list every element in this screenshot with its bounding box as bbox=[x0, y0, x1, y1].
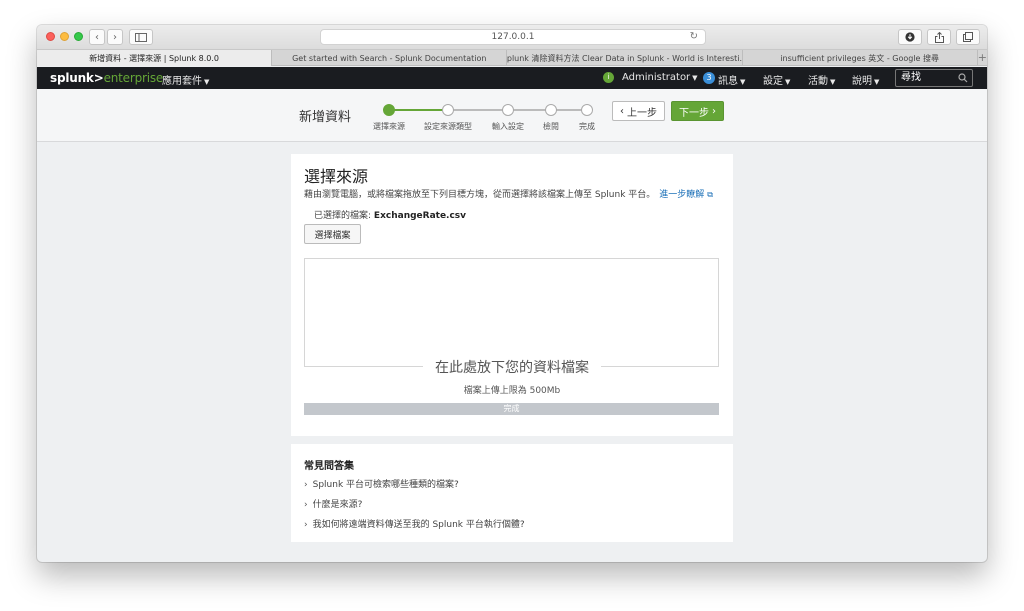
downloads-button[interactable] bbox=[898, 29, 922, 45]
upload-limit-text: 檔案上傳上限為 500Mb bbox=[463, 386, 561, 396]
faq-item-text: Splunk 平台可檢索哪些種類的檔案? bbox=[312, 480, 459, 490]
faq-title: 常見問答集 bbox=[304, 461, 354, 472]
step-5-dot bbox=[581, 104, 593, 116]
apps-menu[interactable]: 應用套件 ▼ bbox=[162, 72, 209, 87]
address-bar[interactable]: 127.0.0.1 ↻ bbox=[320, 29, 706, 45]
help-menu-label: 說明 bbox=[852, 76, 872, 87]
add-data-wizard: 新增資料 選擇來源 設定來源類型 輸入設定 檢閱 完成 ‹ 上一步 下一步 › bbox=[37, 89, 987, 142]
zoom-window-button[interactable] bbox=[74, 32, 83, 41]
caret-down-icon: ▼ bbox=[830, 78, 836, 86]
user-menu[interactable]: Administrator ▼ bbox=[622, 72, 698, 83]
settings-menu[interactable]: 設定 ▼ bbox=[763, 72, 790, 87]
step-3-dot bbox=[502, 104, 514, 116]
tab-overview-button[interactable] bbox=[956, 29, 980, 45]
caret-down-icon: ▼ bbox=[740, 78, 746, 86]
selected-file-name: ExchangeRate.csv bbox=[373, 211, 467, 221]
step-3-label: 輸入設定 bbox=[492, 122, 524, 131]
drop-zone-title: 在此處放下您的資料檔案 bbox=[291, 357, 733, 377]
file-drop-zone[interactable] bbox=[304, 258, 719, 367]
next-step-label: 下一步 bbox=[679, 107, 709, 119]
activity-menu[interactable]: 活動 ▼ bbox=[808, 72, 835, 87]
chevron-right-icon: › bbox=[712, 105, 716, 117]
source-description-text: 藉由瀏覽電腦，或將檔案拖放至下列目標方塊，從而選擇將該檔案上傳至 Splunk … bbox=[304, 190, 656, 200]
step-5-label: 完成 bbox=[579, 122, 595, 131]
caret-down-icon: ▼ bbox=[692, 74, 698, 82]
step-2-label: 設定來源類型 bbox=[424, 122, 472, 131]
browser-tab-1[interactable]: 新增資料 - 選擇來源 | Splunk 8.0.0 bbox=[37, 50, 273, 66]
chevron-right-icon: › bbox=[304, 480, 308, 490]
faq-panel: 常見問答集 › Splunk 平台可檢索哪些種類的檔案? › 什麼是來源? › 我如何… bbox=[291, 444, 733, 542]
apps-menu-label: 應用套件 bbox=[162, 76, 202, 87]
help-menu[interactable]: 說明 ▼ bbox=[852, 72, 879, 87]
chevron-left-icon: ‹ bbox=[620, 105, 624, 117]
messages-menu[interactable]: 訊息 ▼ bbox=[718, 72, 745, 87]
search-icon bbox=[958, 73, 968, 83]
messages-count-badge: 3 bbox=[703, 72, 715, 84]
info-icon: i bbox=[603, 72, 614, 83]
upload-progress-bar: 完成 bbox=[304, 403, 719, 415]
chevron-left-icon: ‹ bbox=[95, 31, 99, 43]
logo-brand: splunk> bbox=[50, 71, 104, 85]
minimize-window-button[interactable] bbox=[60, 32, 69, 41]
learn-more-link[interactable]: 進一步瞭解 bbox=[659, 190, 704, 200]
browser-tab-3[interactable]: Splunk 清除資料方法 Clear Data in Splunk - Wor… bbox=[507, 50, 743, 66]
browser-toolbar: ‹ › 127.0.0.1 ↻ bbox=[37, 25, 987, 50]
step-1-label: 選擇來源 bbox=[373, 122, 405, 131]
tabs-icon bbox=[963, 32, 973, 42]
external-link-icon: ⧉ bbox=[707, 190, 714, 199]
search-input[interactable]: 尋找 bbox=[895, 69, 973, 87]
splunk-logo[interactable]: splunk>enterprise bbox=[50, 71, 163, 85]
chevron-right-icon: › bbox=[113, 31, 117, 43]
caret-down-icon: ▼ bbox=[204, 78, 210, 86]
source-title: 選擇來源 bbox=[304, 167, 369, 186]
upload-progress-label: 完成 bbox=[503, 404, 520, 413]
chevron-right-icon: › bbox=[304, 500, 308, 510]
step-track-progress bbox=[389, 109, 448, 111]
choose-file-button[interactable]: 選擇檔案 bbox=[304, 224, 361, 244]
browser-window: ‹ › 127.0.0.1 ↻ 新增資料 - 選擇來源 | Splunk 8.0… bbox=[37, 25, 987, 562]
source-description: 藉由瀏覽電腦，或將檔案拖放至下列目標方塊，從而選擇將該檔案上傳至 Splunk … bbox=[304, 187, 713, 200]
faq-item[interactable]: › Splunk 平台可檢索哪些種類的檔案? bbox=[304, 477, 459, 490]
caret-down-icon: ▼ bbox=[785, 78, 791, 86]
select-source-panel: 選擇來源 藉由瀏覽電腦，或將檔案拖放至下列目標方塊，從而選擇將該檔案上傳至 Sp… bbox=[291, 154, 733, 436]
drop-zone-title-text: 在此處放下您的資料檔案 bbox=[423, 360, 601, 376]
search-placeholder: 尋找 bbox=[901, 72, 921, 83]
step-4-dot bbox=[545, 104, 557, 116]
step-4-label: 檢閱 bbox=[543, 122, 559, 131]
back-button[interactable]: ‹ bbox=[89, 29, 105, 45]
wizard-title: 新增資料 bbox=[299, 110, 352, 125]
step-2-dot bbox=[442, 104, 454, 116]
download-icon bbox=[905, 32, 915, 42]
next-step-button[interactable]: 下一步 › bbox=[671, 101, 724, 121]
new-tab-button[interactable]: + bbox=[978, 50, 987, 65]
faq-item[interactable]: › 什麼是來源? bbox=[304, 497, 362, 510]
chevron-right-icon: › bbox=[304, 520, 308, 530]
share-icon bbox=[934, 31, 944, 43]
settings-menu-label: 設定 bbox=[763, 76, 783, 87]
selected-file-label: 已選擇的檔案: bbox=[314, 211, 372, 221]
sidebar-icon bbox=[135, 32, 147, 42]
tab-strip: 新增資料 - 選擇來源 | Splunk 8.0.0 Get started w… bbox=[37, 50, 987, 66]
faq-item-text: 什麼是來源? bbox=[312, 500, 363, 510]
messages-menu-label: 訊息 bbox=[718, 76, 738, 87]
address-text: 127.0.0.1 bbox=[491, 32, 535, 42]
step-1-dot bbox=[383, 104, 395, 116]
logo-product: enterprise bbox=[103, 71, 164, 85]
sidebar-toggle-button[interactable] bbox=[129, 29, 153, 45]
splunk-header: splunk>enterprise 應用套件 ▼ i Administrator ▼… bbox=[37, 67, 987, 89]
previous-step-button[interactable]: ‹ 上一步 bbox=[612, 101, 665, 121]
share-button[interactable] bbox=[927, 29, 951, 45]
faq-item-text: 我如何將遠端資料傳送至我的 Splunk 平台執行個體? bbox=[312, 520, 525, 530]
caret-down-icon: ▼ bbox=[874, 78, 880, 86]
previous-step-label: 上一步 bbox=[627, 107, 657, 119]
browser-tab-4[interactable]: insufficient privileges 英文 - Google 搜尋 bbox=[743, 50, 978, 66]
close-window-button[interactable] bbox=[46, 32, 55, 41]
browser-tab-2[interactable]: Get started with Search - Splunk Documen… bbox=[272, 50, 508, 66]
faq-item[interactable]: › 我如何將遠端資料傳送至我的 Splunk 平台執行個體? bbox=[304, 517, 525, 530]
forward-button[interactable]: › bbox=[107, 29, 123, 45]
activity-menu-label: 活動 bbox=[808, 76, 828, 87]
reload-icon[interactable]: ↻ bbox=[690, 31, 698, 42]
user-menu-label: Administrator bbox=[622, 72, 691, 83]
selected-file-info: 已選擇的檔案: ExchangeRate.csv bbox=[314, 208, 466, 221]
